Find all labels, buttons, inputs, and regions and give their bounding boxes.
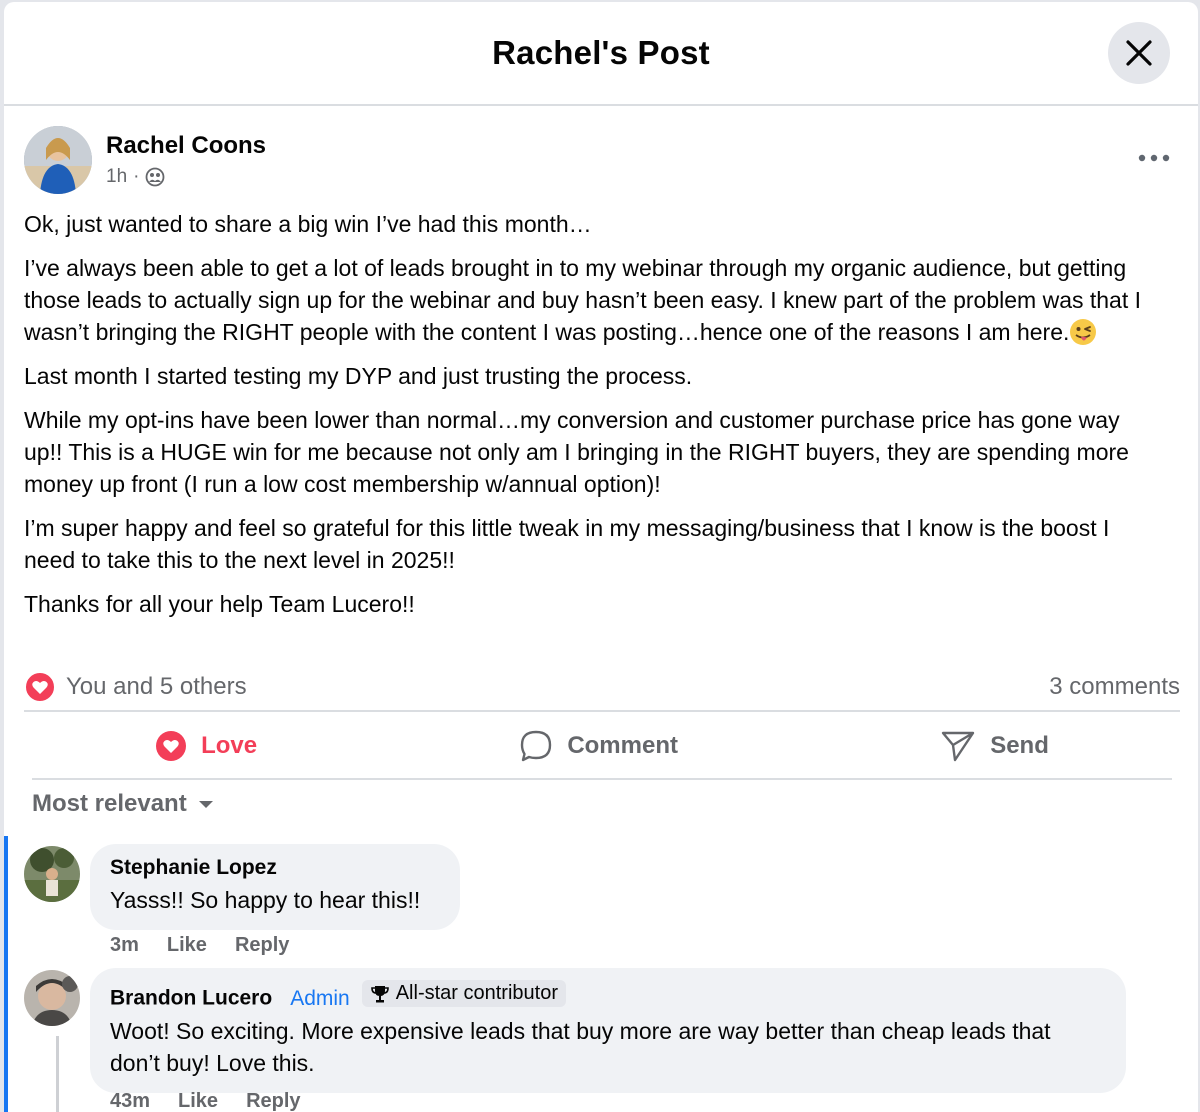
reply-button[interactable]: Reply xyxy=(246,1090,300,1112)
reactions-summary[interactable]: You and 5 others xyxy=(24,671,247,703)
post-time[interactable]: 1h xyxy=(106,166,127,188)
avatar[interactable] xyxy=(24,126,92,194)
post-header: Rachel Coons 1h · xyxy=(24,126,1184,198)
meta-separator: · xyxy=(133,166,140,187)
post-paragraph: Ok, just wanted to share a big win I’ve … xyxy=(24,211,592,237)
commenter-name[interactable]: Brandon Lucero xyxy=(110,987,272,1010)
more-icon xyxy=(1138,154,1170,162)
author-name[interactable]: Rachel Coons xyxy=(106,132,266,160)
caret-down-icon xyxy=(198,801,213,808)
winking-tongue-emoji-icon xyxy=(1069,318,1097,346)
modal-title: Rachel's Post xyxy=(492,34,710,71)
send-label: Send xyxy=(990,732,1049,759)
post-paragraph: I’m super happy and feel so grateful for… xyxy=(24,515,1110,573)
send-button[interactable]: Send xyxy=(940,729,1049,763)
admin-badge: Admin xyxy=(290,986,350,1010)
sort-dropdown[interactable]: Most relevant xyxy=(32,790,215,818)
post-paragraph: Thanks for all your help Team Lucero!! xyxy=(24,591,415,617)
reply-thread-line xyxy=(56,1036,59,1112)
reactions-bar: You and 5 others 3 comments xyxy=(24,666,1180,708)
divider xyxy=(24,710,1180,712)
post-modal: Rachel's Post Rachel Coons 1h · Ok, just… xyxy=(4,2,1198,1112)
comment-text: Woot! So exciting. More expensive leads … xyxy=(110,1017,1051,1076)
comment-actions: 43m Like Reply xyxy=(110,1090,301,1112)
sort-label: Most relevant xyxy=(32,790,187,817)
comments-count[interactable]: 3 comments xyxy=(1049,673,1180,701)
comment-label: Comment xyxy=(567,732,678,759)
reactions-text: You and 5 others xyxy=(66,673,247,700)
love-icon xyxy=(156,731,187,761)
modal-header: Rachel's Post xyxy=(4,2,1198,106)
commenter-header: Brandon Lucero Admin All-star contributor xyxy=(110,980,1106,1011)
comment-icon xyxy=(521,730,552,762)
close-icon xyxy=(1126,40,1152,66)
like-button[interactable]: Like xyxy=(178,1090,218,1112)
comment-time[interactable]: 43m xyxy=(110,1090,150,1112)
post-meta: 1h · xyxy=(106,166,165,188)
group-icon xyxy=(146,167,165,187)
comment: Brandon Lucero Admin All-star contributor… xyxy=(4,966,1194,1112)
post-paragraph: I’ve always been able to get a lot of le… xyxy=(24,255,1142,346)
post-body: Ok, just wanted to share a big win I’ve … xyxy=(24,208,1164,632)
close-button[interactable] xyxy=(1108,22,1170,84)
love-reaction-icon xyxy=(24,671,56,703)
commenter-avatar[interactable] xyxy=(24,846,80,902)
comment-time[interactable]: 3m xyxy=(110,934,139,957)
divider xyxy=(32,778,1172,780)
badge-label: All-star contributor xyxy=(395,982,558,1004)
comment-text: Yasss!! So happy to hear this!! xyxy=(110,887,421,913)
comment-bubble: Stephanie Lopez Yasss!! So happy to hear… xyxy=(90,844,460,930)
post-paragraph: Last month I started testing my DYP and … xyxy=(24,363,693,389)
post-paragraph: While my opt-ins have been lower than no… xyxy=(24,407,1129,497)
love-button[interactable]: Love xyxy=(155,730,257,762)
reply-button[interactable]: Reply xyxy=(235,934,289,957)
post-actions: Love Comment Send xyxy=(24,714,1180,778)
more-options-button[interactable] xyxy=(1134,148,1174,168)
love-label: Love xyxy=(201,732,258,759)
commenter-name[interactable]: Stephanie Lopez xyxy=(110,856,440,880)
like-button[interactable]: Like xyxy=(167,934,207,957)
comment-button[interactable]: Comment xyxy=(519,729,678,763)
commenter-avatar[interactable] xyxy=(24,970,80,1026)
comment-bubble: Brandon Lucero Admin All-star contributor… xyxy=(90,968,1126,1093)
all-star-badge[interactable]: All-star contributor xyxy=(361,980,566,1007)
comment: Stephanie Lopez Yasss!! So happy to hear… xyxy=(4,842,1194,962)
send-icon xyxy=(941,731,975,762)
comment-actions: 3m Like Reply xyxy=(110,934,289,957)
trophy-icon xyxy=(370,985,389,1002)
